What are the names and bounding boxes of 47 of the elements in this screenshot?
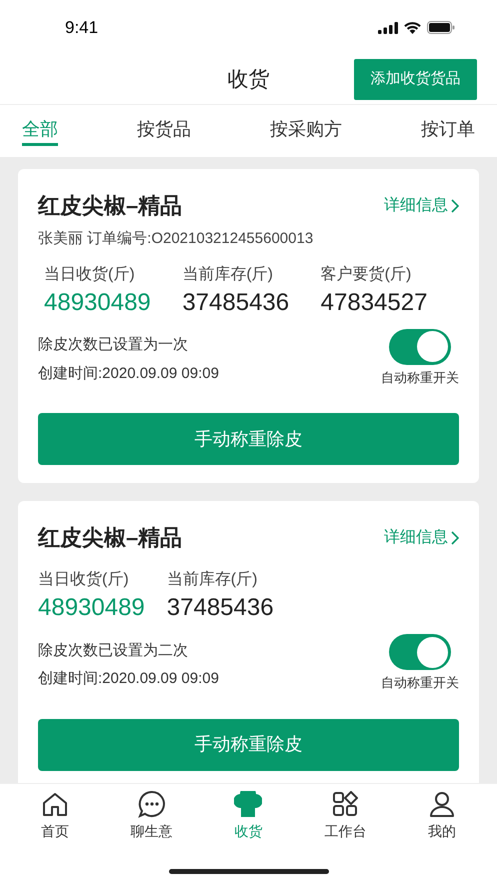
stat-value: 37485436 (182, 288, 290, 318)
nav-tab[interactable]: 首页 (40, 790, 69, 842)
signal-icon (378, 22, 398, 34)
filter-tab[interactable]: 按货品 (137, 116, 191, 146)
filter-tab[interactable]: 按订单 (421, 116, 475, 146)
nav-tab[interactable]: 我的 (428, 790, 456, 842)
filter-tab[interactable]: 全部 (22, 116, 58, 146)
nav-tab[interactable]: 收货 (234, 790, 262, 842)
toggle-label: 自动称重开关 (381, 368, 459, 386)
stat-label: 当前库存(斤) (166, 570, 258, 590)
nav-tab[interactable]: 聊生意 (130, 790, 173, 842)
apps-grid-icon (332, 791, 358, 817)
created-time: 创建时间:2020.09.09 09:09 (38, 364, 219, 384)
detail-link[interactable]: 详细信息 (384, 526, 459, 550)
detail-link[interactable]: 详细信息 (384, 194, 459, 218)
tare-setting-text: 除皮次数已设置为一次 (38, 335, 189, 355)
filter-tab[interactable]: 按采购方 (270, 116, 342, 146)
stat-value: 48930489 (44, 288, 152, 318)
stat-label: 当前库存(斤) (182, 264, 274, 284)
wifi-icon (404, 22, 421, 34)
chef-hat-icon (234, 791, 262, 817)
auto-weigh-toggle[interactable] (389, 328, 451, 364)
product-title: 红皮尖椒–精品 (38, 192, 182, 220)
manual-tare-button[interactable]: 手动称重除皮 (38, 718, 459, 770)
created-time: 创建时间:2020.09.09 09:09 (38, 669, 219, 689)
stat-value: 47834527 (320, 288, 428, 318)
stat-label: 客户要货(斤) (320, 264, 412, 284)
auto-weigh-toggle[interactable] (389, 634, 451, 670)
order-info: 张美丽 订单编号:O202103212455600013 (38, 229, 314, 249)
product-title: 红皮尖椒–精品 (38, 524, 182, 552)
nav-tab[interactable]: 工作台 (324, 790, 366, 842)
user-icon (429, 791, 456, 817)
home-icon (42, 792, 68, 816)
status-time: 9:41 (65, 16, 98, 39)
chat-icon (138, 790, 166, 818)
stat-value: 37485436 (166, 593, 274, 623)
stat-label: 当日收货(斤) (44, 264, 136, 284)
stat-value: 48930489 (38, 593, 145, 623)
manual-tare-button[interactable]: 手动称重除皮 (38, 413, 459, 465)
tare-setting-text: 除皮次数已设置为二次 (38, 640, 189, 660)
stat-label: 当日收货(斤) (38, 570, 130, 590)
add-goods-button[interactable]: 添加收货货品 (354, 59, 477, 100)
toggle-label: 自动称重开关 (381, 674, 459, 692)
page-title: 收货 (228, 66, 270, 93)
chevron-right-icon (451, 198, 459, 212)
chevron-right-icon (451, 530, 459, 544)
battery-icon (427, 21, 455, 34)
